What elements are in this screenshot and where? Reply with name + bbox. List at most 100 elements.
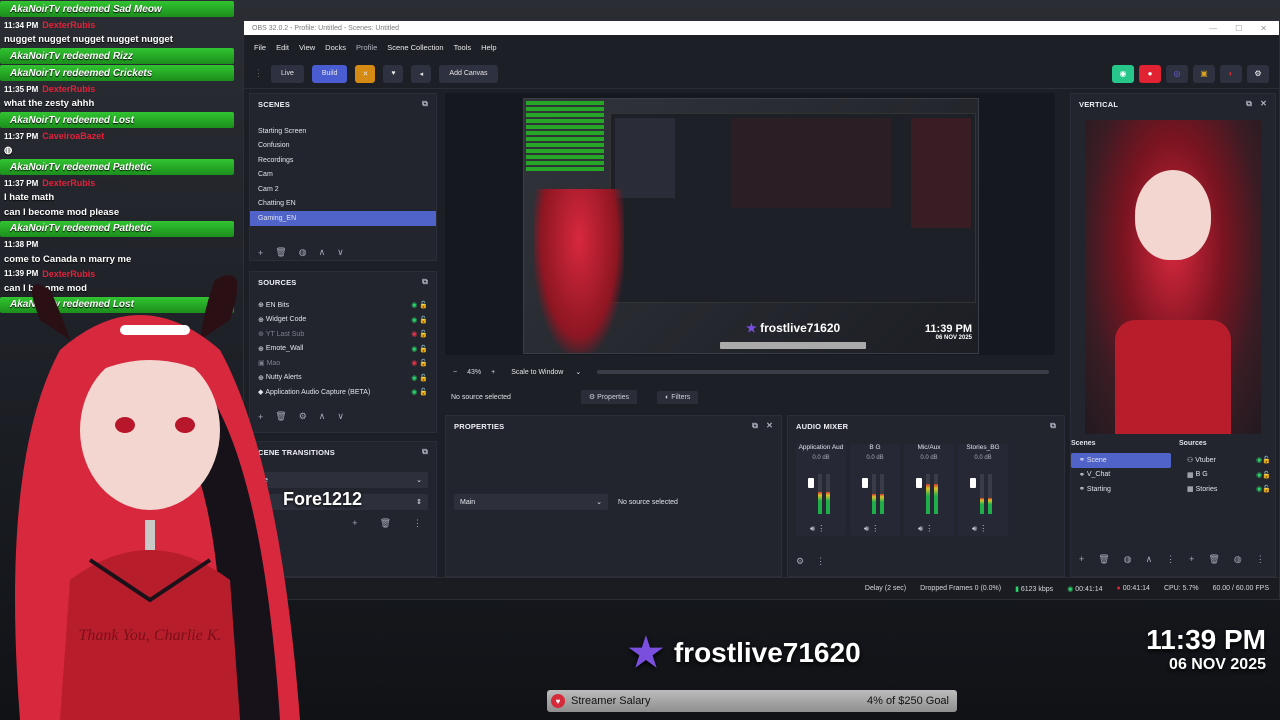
more-icon[interactable]: ⋮ — [1166, 554, 1175, 565]
properties-select[interactable]: Main ⌄ — [454, 494, 608, 510]
source-item[interactable]: ⊕ EN Bits ◉ 🔓 — [250, 298, 436, 313]
properties-button[interactable]: ⚙ Properties — [580, 390, 638, 404]
eye-icon[interactable]: ◉🔓 — [1256, 471, 1275, 479]
source-item[interactable]: ▣ Mao ◉ 🔓 — [250, 356, 436, 371]
menu-tools[interactable]: Tools — [454, 43, 472, 52]
filter-icon[interactable]: ◍ — [1124, 554, 1132, 565]
drag-handle-icon[interactable]: ⋮ — [254, 68, 263, 79]
tools-cross-icon[interactable]: ✕ — [355, 64, 376, 83]
close-icon[interactable]: ✕ — [1260, 24, 1267, 33]
maximize-icon[interactable]: ☐ — [1235, 24, 1242, 33]
menu-help[interactable]: Help — [481, 43, 496, 52]
speaker-icon[interactable]: 🔊︎ ⋮ — [810, 524, 825, 534]
add-icon[interactable]: + — [258, 412, 263, 422]
volume-fader-knob[interactable] — [916, 478, 922, 488]
volume-fader-knob[interactable] — [970, 478, 976, 488]
eye-icon[interactable]: ◉ 🔓 — [411, 388, 436, 396]
source-item[interactable]: ⊕ Widget Code ◉ 🔓 — [250, 313, 436, 328]
more-icon[interactable]: ⋮ — [1256, 554, 1265, 565]
undock-icon[interactable]: ⧉ — [752, 421, 758, 431]
preview-area[interactable]: ★ frostlive71620 11:39 PM 06 NOV 2025 — [445, 93, 1055, 355]
zoom-out-icon[interactable]: − — [453, 369, 457, 376]
menu-view[interactable]: View — [299, 43, 315, 52]
add-canvas-button[interactable]: Add Canvas — [439, 64, 498, 83]
more-icon[interactable]: ⋮ — [816, 556, 825, 567]
filters-button[interactable]: ◐ Filters — [657, 390, 699, 404]
record-icon[interactable]: ● — [1139, 64, 1161, 83]
source-item[interactable]: ◆ Application Audio Capture (BETA) ◉ 🔓 — [250, 385, 436, 400]
gear-icon[interactable]: ⚙ — [796, 556, 804, 567]
close-icon[interactable]: ✕ — [1260, 99, 1267, 109]
chevron-down-icon[interactable]: ∨ — [337, 411, 344, 422]
chevron-up-icon[interactable]: ∧ — [319, 411, 326, 422]
add-icon[interactable]: + — [352, 518, 357, 528]
stream-icon[interactable]: ◉ — [1112, 64, 1134, 83]
undock-icon[interactable]: ⧉ — [1050, 421, 1056, 431]
add-icon[interactable]: + — [1079, 554, 1084, 564]
close-icon[interactable]: ✕ — [766, 421, 773, 431]
trash-icon[interactable]: 🗑 — [1208, 554, 1219, 565]
studio-mode-icon[interactable]: ◐ — [1220, 64, 1242, 83]
vertical-source-item[interactable]: ▦ Stories ◉🔓 — [1179, 482, 1275, 497]
vertical-source-item[interactable]: ⚇ Vtuber ◉🔓 — [1179, 453, 1275, 468]
scene-item[interactable]: Confusion — [250, 139, 436, 154]
zoom-in-icon[interactable]: + — [491, 369, 495, 376]
add-icon[interactable]: + — [258, 248, 263, 258]
eye-icon[interactable]: ◉🔓 — [1256, 456, 1275, 464]
vertical-scene-item[interactable]: ⚭ V_Chat — [1071, 468, 1179, 483]
filter-icon[interactable]: ◍ — [299, 247, 307, 258]
vertical-source-item[interactable]: ▦ B G ◉🔓 — [1179, 468, 1275, 483]
trash-icon[interactable]: 🗑 — [1098, 554, 1109, 565]
add-icon[interactable]: + — [1189, 554, 1194, 564]
menu-file[interactable]: File — [254, 43, 266, 52]
eye-icon[interactable]: ◉ 🔓 — [411, 374, 436, 382]
speaker-icon[interactable]: 🔊︎ ⋮ — [864, 524, 879, 534]
chevron-down-icon[interactable]: ∨ — [337, 247, 344, 258]
scene-item[interactable]: Chatting EN — [250, 197, 436, 212]
menu-docks[interactable]: Docks — [325, 43, 346, 52]
minimize-icon[interactable]: — — [1209, 24, 1217, 33]
scene-item[interactable]: Cam 2 — [250, 182, 436, 197]
source-item[interactable]: ⊕ Emote_Wall ◉ 🔓 — [250, 342, 436, 357]
volume-fader-knob[interactable] — [862, 478, 868, 488]
vertical-scene-item[interactable]: ⚭ Starting — [1071, 482, 1179, 497]
chevron-up-icon[interactable]: ∧ — [319, 247, 326, 258]
heart-icon[interactable]: ♥ — [383, 64, 404, 83]
vertical-scene-item[interactable]: ⚭ Scene — [1071, 453, 1171, 468]
undock-icon[interactable]: ⧉ — [1246, 99, 1252, 109]
vertical-preview[interactable] — [1085, 120, 1261, 434]
undock-icon[interactable]: ⧉ — [422, 277, 428, 287]
undock-icon[interactable]: ⧉ — [422, 99, 428, 109]
trash-icon[interactable]: 🗑 — [380, 518, 391, 529]
replay-icon[interactable]: ▣ — [1193, 64, 1215, 83]
eye-icon[interactable]: ◉ 🔓 — [411, 345, 436, 353]
preview-canvas[interactable]: ★ frostlive71620 11:39 PM 06 NOV 2025 — [523, 98, 979, 354]
scene-item[interactable]: Cam — [250, 168, 436, 183]
scale-mode-select[interactable]: Scale to Window ⌄ — [505, 364, 587, 380]
scene-item[interactable]: Recordings — [250, 153, 436, 168]
scene-item-selected[interactable]: Gaming_EN — [250, 211, 436, 226]
live-button[interactable]: Live — [271, 64, 304, 83]
undock-icon[interactable]: ⧉ — [422, 447, 428, 457]
menu-scene-collection[interactable]: Scene Collection — [387, 43, 443, 52]
eye-icon[interactable]: ◉ 🔓 — [411, 316, 436, 324]
virtual-cam-icon[interactable]: ◎ — [1166, 64, 1188, 83]
broadcast-icon[interactable]: ◂ — [411, 64, 432, 83]
gear-icon[interactable]: ⚙ — [299, 411, 307, 422]
scene-item[interactable]: Starting Screen — [250, 124, 436, 139]
transition-select[interactable]: e ⌄ — [258, 472, 428, 488]
source-item[interactable]: ⊕ Nutty Alerts ◉ 🔓 — [250, 371, 436, 386]
more-icon[interactable]: ⋮ — [413, 518, 422, 529]
eye-hidden-icon[interactable]: ◉ 🔓 — [411, 359, 436, 367]
chevron-up-icon[interactable]: ∧ — [1146, 554, 1153, 565]
preview-scrollbar[interactable] — [597, 370, 1049, 374]
source-item[interactable]: ⊕ YT Last Sub ◉ 🔓 — [250, 327, 436, 342]
filter-icon[interactable]: ◍ — [1234, 554, 1242, 565]
speaker-icon[interactable]: 🔊︎ ⋮ — [918, 524, 933, 534]
eye-icon[interactable]: ◉ 🔓 — [411, 301, 436, 309]
trash-icon[interactable]: 🗑 — [275, 247, 286, 258]
eye-icon[interactable]: ◉🔓 — [1256, 485, 1275, 493]
menu-edit[interactable]: Edit — [276, 43, 289, 52]
trash-icon[interactable]: 🗑 — [275, 411, 286, 422]
eye-hidden-icon[interactable]: ◉ 🔓 — [411, 330, 436, 338]
